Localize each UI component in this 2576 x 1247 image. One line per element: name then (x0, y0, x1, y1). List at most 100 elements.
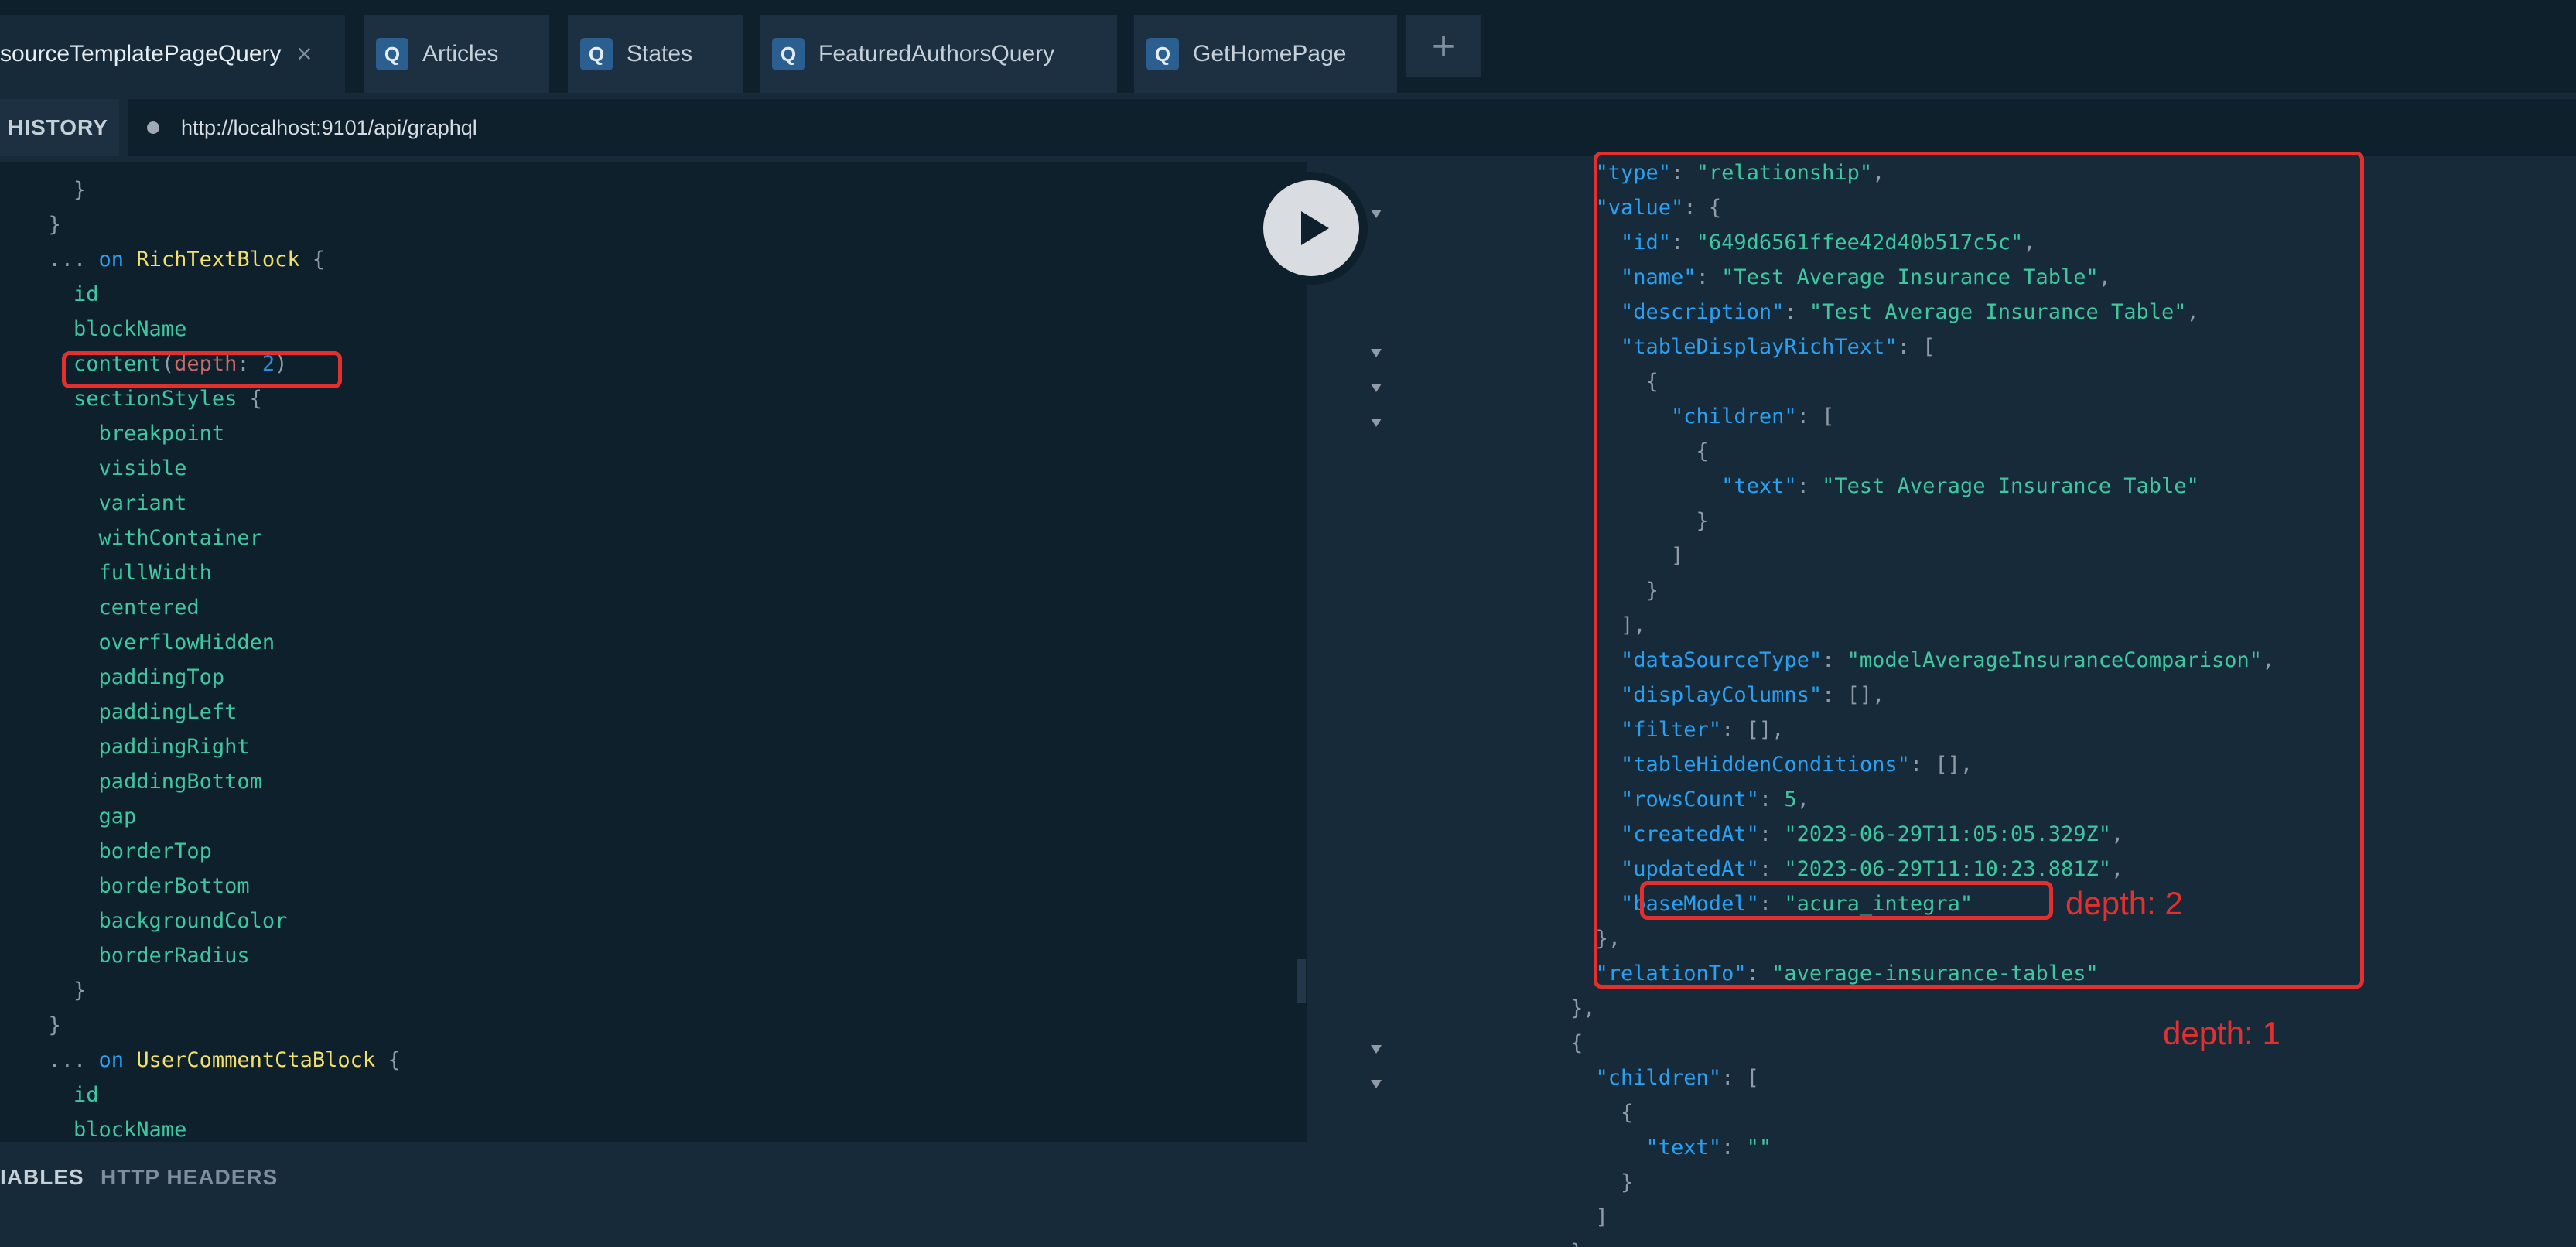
query-line: paddingRight (23, 736, 250, 757)
code-token: } (23, 1013, 61, 1037)
fold-arrow-icon[interactable] (1371, 1045, 1382, 1054)
code-token: backgroundColor (23, 909, 288, 933)
fold-arrow-icon[interactable] (1371, 419, 1382, 427)
tab-featured-authors-query[interactable]: Q FeaturedAuthorsQuery (760, 15, 1117, 93)
code-token: ... (23, 248, 99, 272)
tab-label: Articles (422, 41, 499, 67)
query-line: breakpoint (23, 422, 225, 446)
tab-label: sourceTemplatePageQuery (0, 41, 282, 67)
code-token: gap (23, 805, 137, 828)
annotation-box-depth-1 (1594, 152, 2364, 989)
code-token: centered (23, 596, 200, 620)
code-token: "" (1746, 1136, 1772, 1160)
code-token: } (23, 213, 61, 237)
result-line: } (1570, 1172, 1633, 1193)
code-token: overflowHidden (23, 630, 275, 654)
execute-query-button[interactable] (1263, 180, 1359, 276)
query-line: paddingBottom (23, 771, 262, 792)
tab-query-variables[interactable]: IABLES (0, 1165, 84, 1190)
code-token: ... (23, 1048, 99, 1072)
code-token: fullWidth (23, 561, 212, 585)
close-icon[interactable]: × (297, 41, 313, 67)
query-line: variant (23, 491, 187, 515)
query-icon: Q (580, 38, 613, 70)
query-icon: Q (376, 38, 408, 70)
code-token: : [ (1721, 1066, 1759, 1090)
code-token: breakpoint (23, 422, 225, 446)
query-line: borderTop (23, 841, 212, 862)
tab-articles[interactable]: Q Articles (364, 15, 549, 93)
query-line: id (23, 1085, 99, 1105)
query-line: blockName (23, 1119, 186, 1140)
result-line: ] (1570, 1207, 1608, 1228)
code-token: } (23, 178, 87, 202)
query-line: } (23, 214, 61, 235)
code-token: RichTextBlock (136, 248, 300, 272)
code-token: } (1570, 1170, 1634, 1194)
result-line: "text": "" (1570, 1136, 1772, 1160)
code-token: "text" (1570, 1136, 1722, 1160)
tab-get-home-page[interactable]: Q GetHomePage (1134, 15, 1397, 93)
endpoint-url: http://localhost:9101/api/graphql (181, 115, 477, 139)
code-token: withContainer (23, 526, 262, 550)
status-dot-icon (147, 121, 159, 134)
query-icon: Q (1146, 38, 1179, 70)
tab-source-template-page-query[interactable]: sourceTemplatePageQuery × (0, 15, 345, 93)
code-token: } (1570, 1240, 1583, 1247)
add-tab-button[interactable]: + (1406, 15, 1481, 77)
code-token: }, (1570, 996, 1596, 1020)
code-token: blockName (23, 317, 187, 341)
query-line: id (23, 284, 99, 305)
query-line: paddingLeft (23, 702, 237, 723)
query-line: } (23, 980, 86, 1001)
query-line: borderBottom (23, 876, 250, 897)
play-icon (1301, 211, 1329, 245)
code-token: id (23, 1083, 99, 1107)
tab-http-headers[interactable]: HTTP HEADERS (101, 1165, 278, 1190)
code-token: } (23, 979, 87, 1003)
endpoint-url-field[interactable]: http://localhost:9101/api/graphql (128, 99, 2576, 156)
code-token: { (1570, 1031, 1584, 1055)
code-token: "children" (1570, 1066, 1722, 1090)
query-line: } (23, 179, 86, 200)
code-token: { (299, 248, 326, 272)
code-token: paddingBottom (23, 770, 262, 794)
fold-arrow-icon[interactable] (1371, 349, 1382, 357)
code-token: UserCommentCtaBlock (136, 1048, 376, 1072)
code-token: { (1570, 1101, 1634, 1125)
query-line: gap (23, 805, 137, 828)
tab-label: States (627, 41, 693, 67)
history-button[interactable]: HISTORY (0, 99, 119, 156)
fold-arrow-icon[interactable] (1371, 1080, 1382, 1088)
result-line: }, (1570, 998, 1596, 1019)
code-token: sectionStyles (23, 387, 237, 411)
code-token: paddingLeft (23, 700, 237, 724)
code-token: paddingTop (23, 665, 225, 689)
result-line: } (1570, 1242, 1583, 1247)
code-token: variant (23, 491, 187, 515)
query-line: blockName (23, 319, 186, 340)
bottom-panel-bar: IABLES HTTP HEADERS (0, 1142, 1307, 1247)
code-token: borderRadius (23, 944, 250, 968)
code-token: blockName (23, 1118, 187, 1142)
query-line: fullWidth (23, 562, 212, 583)
fold-arrow-icon[interactable] (1371, 210, 1382, 218)
fold-arrow-icon[interactable] (1371, 384, 1382, 392)
code-token: id (23, 282, 99, 306)
pane-resize-handle[interactable] (1297, 959, 1306, 1003)
query-editor[interactable]: } } ... on RichTextBlock { id blockName … (0, 162, 1307, 1142)
result-line: "children": [ (1570, 1068, 1759, 1088)
query-icon: Q (772, 38, 805, 70)
code-token: borderTop (23, 839, 212, 863)
query-line: ... on UserCommentCtaBlock { (23, 1050, 401, 1071)
query-line: } (23, 1015, 61, 1036)
query-line: paddingTop (23, 665, 225, 689)
code-token: : (1721, 1136, 1747, 1160)
query-line: sectionStyles { (23, 388, 262, 409)
query-line: withContainer (23, 528, 262, 548)
code-token: on (98, 248, 125, 272)
code-token: { (237, 387, 262, 411)
tab-states[interactable]: Q States (568, 15, 743, 93)
